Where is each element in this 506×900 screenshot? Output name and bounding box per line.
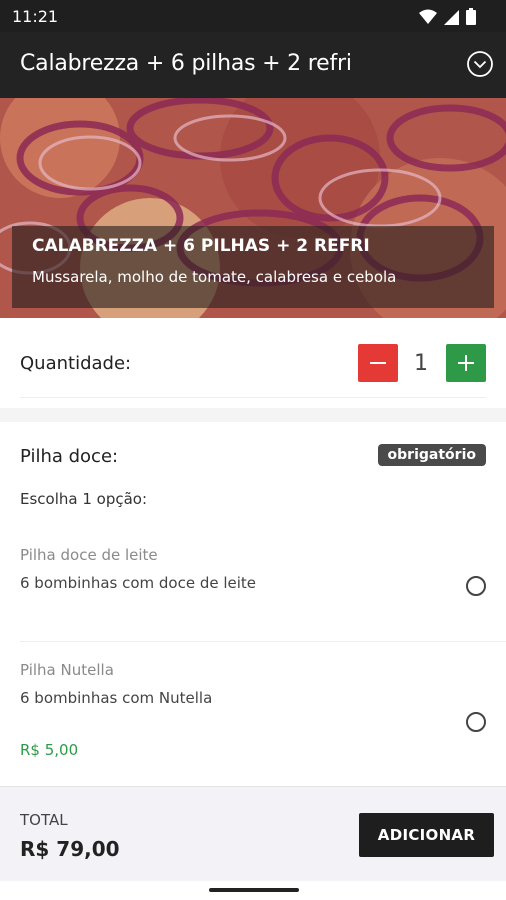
- add-to-cart-button[interactable]: ADICIONAR: [359, 813, 494, 857]
- option-description: 6 bombinhas com Nutella: [20, 689, 213, 707]
- chevron-down-circle-icon[interactable]: [466, 50, 494, 78]
- decrease-quantity-button[interactable]: [358, 344, 398, 382]
- quantity-value: 1: [414, 351, 428, 376]
- increase-quantity-button[interactable]: [446, 344, 486, 382]
- option-group-title: Pilha doce:: [20, 446, 119, 467]
- total-label: TOTAL: [20, 811, 68, 829]
- product-image: CALABREZZA + 6 PILHAS + 2 REFRI Mussarel…: [0, 98, 506, 318]
- app-bar-title: Calabrezza + 6 pilhas + 2 refri: [20, 51, 352, 76]
- option-item[interactable]: Pilha doce de leite 6 bombinhas com doce…: [0, 530, 506, 642]
- status-bar: 11:21: [0, 0, 506, 32]
- option-description: 6 bombinhas com doce de leite: [20, 574, 257, 592]
- option-instruction: Escolha 1 opção:: [20, 490, 148, 508]
- option-price: R$ 5,00: [20, 741, 79, 759]
- product-caption: CALABREZZA + 6 PILHAS + 2 REFRI Mussarel…: [12, 226, 494, 308]
- status-time: 11:21: [12, 7, 59, 26]
- divider: [20, 397, 486, 398]
- option-name: Pilha doce de leite: [20, 546, 158, 564]
- total-value: R$ 79,00: [20, 837, 120, 861]
- option-radio[interactable]: [466, 712, 486, 732]
- product-description: Mussarela, molho de tomate, calabresa e …: [32, 268, 397, 286]
- required-badge: obrigatório: [377, 444, 486, 466]
- option-radio[interactable]: [466, 576, 486, 596]
- quantity-label: Quantidade:: [20, 353, 132, 374]
- battery-icon: [466, 8, 476, 25]
- divider: [20, 641, 506, 642]
- navigation-bar: [0, 881, 506, 900]
- order-footer: TOTAL R$ 79,00 ADICIONAR: [0, 786, 506, 881]
- wifi-icon: [419, 9, 437, 24]
- home-gesture-handle[interactable]: [209, 888, 299, 892]
- option-item[interactable]: Pilha Nutella 6 bombinhas com Nutella R$…: [0, 645, 506, 785]
- quantity-stepper: Quantidade: 1: [0, 318, 506, 408]
- section-gap: [0, 408, 506, 422]
- option-name: Pilha Nutella: [20, 661, 114, 679]
- cellular-icon: [444, 9, 459, 25]
- product-name: CALABREZZA + 6 PILHAS + 2 REFRI: [32, 236, 370, 256]
- app-bar: Calabrezza + 6 pilhas + 2 refri: [0, 32, 506, 98]
- status-icons: [419, 8, 476, 25]
